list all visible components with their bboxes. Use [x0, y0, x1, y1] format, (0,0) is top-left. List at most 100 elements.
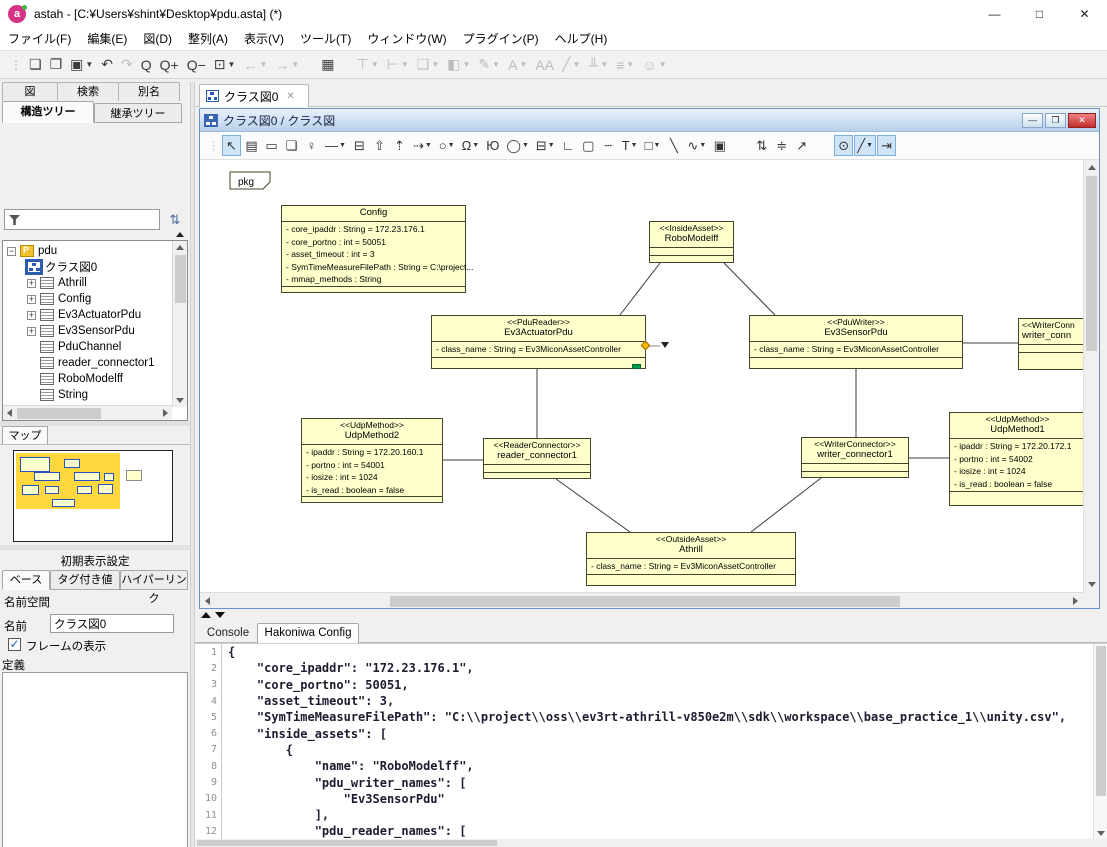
- detail-level-button[interactable]: ≡ ▼: [613, 53, 637, 77]
- tree-expander[interactable]: [7, 246, 16, 256]
- new-file-button[interactable]: ❏▼: [26, 53, 45, 77]
- line-tool[interactable]: ╲▼: [664, 135, 683, 156]
- scrollbar-thumb[interactable]: [390, 596, 900, 607]
- copy-style-button[interactable]: ❑ ▼: [414, 53, 442, 77]
- diagram-canvas[interactable]: pkg Config - core_ipaddr : String = 172.…: [200, 160, 1083, 592]
- canvas-hscrollbar[interactable]: [200, 592, 1083, 608]
- doc-tab-class-diagram[interactable]: クラス図0 ✕: [199, 84, 309, 107]
- emotion-button[interactable]: ☺ ▼: [639, 53, 669, 77]
- class-config[interactable]: Config - core_ipaddr : String = 172.23.1…: [281, 205, 473, 293]
- tree-filter-input[interactable]: [4, 209, 160, 230]
- dashed-line-tool[interactable]: ┄▼: [599, 135, 618, 156]
- class-ev3sensorpdu[interactable]: <<PduWriter>> Ev3SensorPdu - class_name :…: [749, 315, 963, 369]
- tree-item[interactable]: String: [3, 387, 171, 403]
- class-udpmethod1[interactable]: <<UdpMethod>> UdpMethod1 - ipaddr : Strin…: [949, 412, 1083, 506]
- scrollbar-thumb[interactable]: [197, 840, 497, 846]
- tree-item[interactable]: reader_connector1: [3, 355, 171, 371]
- menu-edit[interactable]: 編集(E): [79, 28, 135, 50]
- line-color-button[interactable]: ✎ ▼: [475, 53, 503, 77]
- redo-button[interactable]: ↷▼: [118, 53, 136, 77]
- tab-diagram[interactable]: 図: [2, 82, 58, 101]
- definition-textarea[interactable]: [2, 672, 188, 847]
- diagram-window-titlebar[interactable]: クラス図0 / クラス図 — ❐ ✕: [200, 109, 1099, 132]
- note-tool[interactable]: ⊟ ▼: [533, 135, 558, 156]
- font-button[interactable]: AA▼: [532, 53, 557, 77]
- tree-expander[interactable]: [27, 326, 36, 336]
- distribute-horizontal-button[interactable]: ≑▼: [772, 135, 791, 156]
- class-robomodelff[interactable]: <<InsideAsset>> RoboModelff: [649, 221, 734, 263]
- zoom-out-button[interactable]: Q−▼: [184, 53, 209, 77]
- instance-tool[interactable]: ○ ▼: [436, 135, 458, 156]
- required-interface-tool[interactable]: Ю▼: [483, 135, 502, 156]
- mdi-restore-button[interactable]: ❐: [1045, 112, 1066, 128]
- dependency-tool[interactable]: ⇢ ▼: [410, 135, 435, 156]
- class-ev3actuatorpdu[interactable]: <<PduReader>> Ev3ActuatorPdu - class_name…: [431, 315, 646, 369]
- tab-close-icon[interactable]: ✕: [286, 91, 294, 102]
- frame-display-checkbox[interactable]: ✓: [8, 638, 21, 651]
- forward-button[interactable]: → ▼: [272, 53, 302, 77]
- scroll-left-icon[interactable]: [7, 409, 12, 417]
- tree-hscrollbar[interactable]: [3, 405, 172, 420]
- mdi-close-button[interactable]: ✕: [1068, 112, 1096, 128]
- scroll-up-icon[interactable]: [176, 245, 184, 250]
- maximize-button[interactable]: □: [1017, 0, 1062, 28]
- line-style-button[interactable]: ╱ ▼: [559, 53, 583, 77]
- class-udpmethod2[interactable]: <<UdpMethod>> UdpMethod2 - ipaddr : Strin…: [301, 418, 443, 503]
- tab-hyperlink[interactable]: ハイパーリンク: [120, 570, 188, 605]
- menu-align[interactable]: 整列(A): [180, 28, 236, 50]
- class-writer-connector1[interactable]: <<WriterConnector>> writer_connector1: [801, 437, 909, 478]
- scroll-down-icon[interactable]: [1097, 831, 1105, 836]
- tab-console[interactable]: Console: [201, 624, 255, 643]
- tree-expander[interactable]: [27, 310, 36, 320]
- tab-inheritance-tree[interactable]: 継承ツリー: [94, 103, 182, 123]
- tree-item[interactable]: pdu: [3, 243, 171, 259]
- class-reader-connector1[interactable]: <<ReaderConnector>> reader_connector1: [483, 438, 591, 479]
- tree-item[interactable]: Ev3ActuatorPdu: [3, 307, 171, 323]
- undo-button[interactable]: ↶▼: [98, 53, 116, 77]
- tree-item[interactable]: RoboModelff: [3, 371, 171, 387]
- package-tool[interactable]: ▭▼: [262, 135, 281, 156]
- tab-alias[interactable]: 別名: [118, 82, 180, 101]
- canvas-vscrollbar[interactable]: [1083, 160, 1099, 592]
- tree-item[interactable]: Ev3SensorPdu: [3, 323, 171, 339]
- expand-up-icon[interactable]: [201, 612, 211, 618]
- class-writer-conn[interactable]: <<WriterConn writer_conn: [1018, 318, 1083, 370]
- back-button[interactable]: ← ▼: [240, 53, 270, 77]
- scroll-down-icon[interactable]: [176, 398, 184, 403]
- sync-tree-button[interactable]: ⇅: [166, 210, 184, 230]
- class-association-tool[interactable]: ⊟▼: [350, 135, 369, 156]
- menu-help[interactable]: ヘルプ(H): [547, 28, 616, 50]
- template-tool[interactable]: ◯ ▼: [503, 135, 532, 156]
- scroll-down-icon[interactable]: [1088, 582, 1096, 587]
- menu-file[interactable]: ファイル(F): [0, 28, 79, 50]
- interface-tool[interactable]: Ω ▼: [459, 135, 483, 156]
- distribute-vertical-button[interactable]: ⇅▼: [752, 135, 771, 156]
- console-hscrollbar[interactable]: [195, 839, 1107, 847]
- rect-tool[interactable]: □ ▼: [642, 135, 664, 156]
- tree-expander[interactable]: [27, 294, 36, 304]
- zoom-tool-button[interactable]: Q▼: [138, 53, 155, 77]
- menu-plugin[interactable]: プラグイン(P): [455, 28, 547, 50]
- tree-item[interactable]: Config: [3, 291, 171, 307]
- console-vscrollbar[interactable]: [1093, 644, 1107, 839]
- tab-search[interactable]: 検索: [57, 82, 119, 101]
- fit-view-button[interactable]: ⊡ ▼: [211, 53, 239, 77]
- tab-structure-tree[interactable]: 構造ツリー: [2, 101, 94, 123]
- name-input[interactable]: クラス図0: [50, 614, 174, 633]
- tree-expander[interactable]: [27, 278, 36, 288]
- tab-tagged-value[interactable]: タグ付き値: [50, 570, 120, 590]
- tab-map[interactable]: マップ: [2, 426, 48, 444]
- frame-tool[interactable]: ▢▼: [579, 135, 598, 156]
- scroll-right-icon[interactable]: [163, 409, 168, 417]
- map-window-button[interactable]: ▦▼: [318, 53, 337, 77]
- menu-diagram[interactable]: 図(D): [135, 28, 180, 50]
- selection-handle[interactable]: [632, 364, 641, 369]
- collapse-arrow-icon[interactable]: [176, 232, 184, 237]
- tree-vscrollbar[interactable]: [172, 241, 187, 407]
- scrollbar-thumb[interactable]: [17, 408, 101, 419]
- suggest-dropdown-icon[interactable]: [661, 342, 669, 348]
- save-button[interactable]: ▣ ▼: [67, 53, 96, 77]
- fill-color-button[interactable]: ◧ ▼: [444, 53, 473, 77]
- class-tool[interactable]: ▤▼: [242, 135, 261, 156]
- line-shape-button[interactable]: ╱ ▼: [854, 135, 877, 156]
